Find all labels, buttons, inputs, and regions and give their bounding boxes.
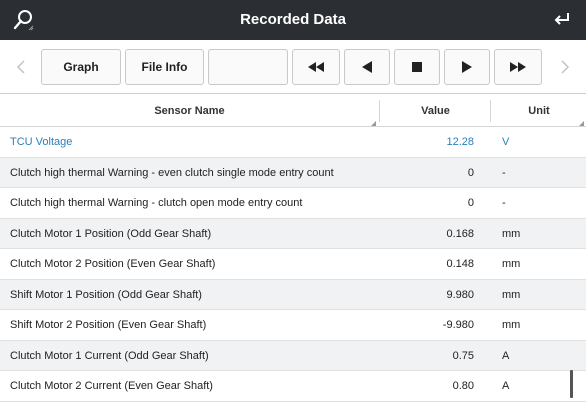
table-row[interactable]: Shift Motor 1 Position (Odd Gear Shaft) … xyxy=(0,279,586,310)
sensor-value: 0.168 xyxy=(446,227,474,240)
sensor-unit: mm xyxy=(502,319,521,331)
scroll-right-button[interactable] xyxy=(552,49,578,85)
sensor-unit: A xyxy=(502,380,510,392)
sensor-unit: mm xyxy=(502,288,521,301)
graph-button[interactable]: Graph xyxy=(41,49,121,85)
sensor-value: 0.80 xyxy=(452,380,474,392)
sensor-value: 9.980 xyxy=(446,288,474,301)
sensor-name-column-header[interactable]: Sensor Name xyxy=(0,100,380,122)
sensor-unit: - xyxy=(502,197,506,209)
table-row[interactable]: Clutch Motor 1 Position (Odd Gear Shaft)… xyxy=(0,218,586,249)
table-row[interactable]: Clutch Motor 2 Position (Even Gear Shaft… xyxy=(0,249,586,280)
rewind-icon xyxy=(308,62,324,72)
sensor-value: 0 xyxy=(467,197,474,209)
unit-column-header[interactable]: Unit xyxy=(492,100,586,122)
table-row[interactable]: TCU Voltage 12.28 V xyxy=(0,127,586,158)
sensor-unit: A xyxy=(502,349,510,362)
sensor-name: Clutch high thermal Warning - even clutc… xyxy=(10,166,334,179)
table-row[interactable]: Clutch Motor 2 Current (Even Gear Shaft)… xyxy=(0,371,586,402)
fast-forward-button[interactable] xyxy=(494,49,542,85)
play-icon xyxy=(462,61,472,73)
fast-forward-icon xyxy=(510,62,526,72)
chevron-right-icon xyxy=(561,60,570,74)
title-bar: Recorded Data xyxy=(0,0,586,40)
sensor-unit: V xyxy=(502,136,510,148)
sensor-name: Clutch Motor 2 Current (Even Gear Shaft) xyxy=(10,380,213,392)
step-back-button[interactable] xyxy=(344,49,390,85)
column-resize-handle[interactable] xyxy=(579,121,584,126)
sensor-name: Clutch high thermal Warning - clutch ope… xyxy=(10,197,303,209)
empty-button[interactable] xyxy=(208,49,288,85)
sensor-name: Shift Motor 1 Position (Odd Gear Shaft) xyxy=(10,288,202,301)
page-title: Recorded Data xyxy=(240,11,346,28)
step-back-icon xyxy=(362,61,372,73)
table-row[interactable]: Shift Motor 2 Position (Even Gear Shaft)… xyxy=(0,310,586,341)
sensor-value: 0.148 xyxy=(446,258,474,270)
back-button[interactable] xyxy=(546,6,578,34)
play-button[interactable] xyxy=(444,49,490,85)
sensor-unit: mm xyxy=(502,258,521,270)
table-row[interactable]: Clutch Motor 1 Current (Odd Gear Shaft) … xyxy=(0,340,586,371)
sensor-value: 12.28 xyxy=(446,136,474,148)
scroll-left-button[interactable] xyxy=(8,49,34,85)
sensor-unit: - xyxy=(502,166,506,179)
sensor-name: Shift Motor 2 Position (Even Gear Shaft) xyxy=(10,319,207,331)
sensor-value: 0.75 xyxy=(452,349,474,362)
file-info-button[interactable]: File Info xyxy=(125,49,204,85)
sensor-unit: mm xyxy=(502,227,521,240)
sensor-name: Clutch Motor 2 Position (Even Gear Shaft… xyxy=(10,258,216,270)
sensor-table-body: TCU Voltage 12.28 V Clutch high thermal … xyxy=(0,127,586,402)
playback-toolbar: Graph File Info xyxy=(0,40,586,94)
sensor-name: Clutch Motor 1 Current (Odd Gear Shaft) xyxy=(10,349,209,362)
column-resize-handle[interactable] xyxy=(371,121,376,126)
sensor-value: -9.980 xyxy=(442,319,474,331)
vertical-scrollbar[interactable] xyxy=(570,370,573,398)
chevron-left-icon xyxy=(16,60,25,74)
sensor-name: TCU Voltage xyxy=(10,136,73,148)
sensor-value: 0 xyxy=(467,166,474,179)
value-column-header[interactable]: Value xyxy=(381,100,491,122)
sensor-name: Clutch Motor 1 Position (Odd Gear Shaft) xyxy=(10,227,212,240)
rewind-button[interactable] xyxy=(292,49,340,85)
table-header: Sensor Name Value Unit xyxy=(0,94,586,127)
stop-icon xyxy=(412,62,422,72)
return-icon xyxy=(554,13,569,25)
table-row[interactable]: Clutch high thermal Warning - even clutc… xyxy=(0,157,586,188)
table-row[interactable]: Clutch high thermal Warning - clutch ope… xyxy=(0,188,586,219)
stop-button[interactable] xyxy=(394,49,440,85)
